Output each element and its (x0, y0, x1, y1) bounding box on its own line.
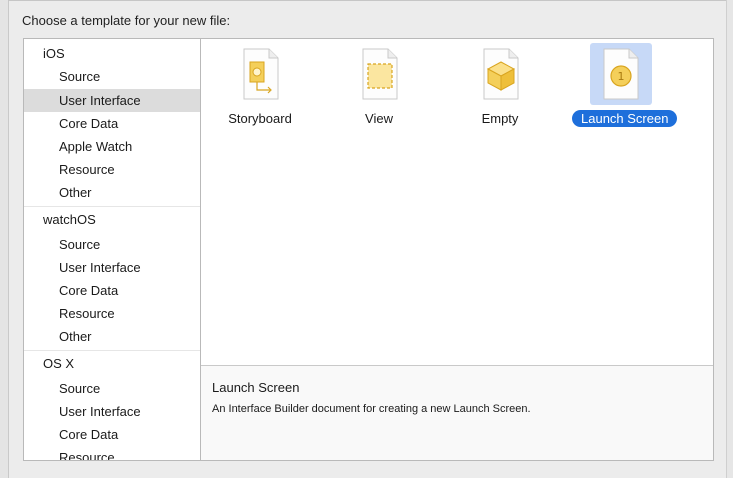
template-icon-frame-selected: 1 (590, 43, 652, 105)
template-icon-frame (470, 43, 532, 105)
sidebar-item-osx-source[interactable]: Source (24, 377, 201, 400)
sidebar-item-ios-source[interactable]: Source (24, 65, 201, 88)
sidebar-item-ios[interactable]: iOS (24, 42, 201, 65)
template-icon-frame (230, 43, 292, 105)
sidebar-item-osx-resource[interactable]: Resource (24, 446, 201, 460)
sidebar-item-ios-core-data[interactable]: Core Data (24, 112, 201, 135)
dialog-header: Choose a template for your new file: (22, 13, 231, 28)
empty-file-icon (483, 48, 519, 100)
view-file-icon (362, 48, 398, 100)
sidebar-item-watchos-other[interactable]: Other (24, 325, 201, 348)
window-left-edge (0, 0, 9, 478)
sidebar-divider (24, 206, 201, 207)
template-label: Storyboard (228, 111, 292, 126)
template-storyboard[interactable]: Storyboard (212, 43, 308, 143)
sidebar-item-osx[interactable]: OS X (24, 352, 201, 375)
window-right-edge (726, 0, 733, 478)
template-view[interactable]: View (331, 43, 427, 143)
launch-screen-file-icon: 1 (603, 48, 639, 100)
sidebar-item-ios-resource[interactable]: Resource (24, 158, 201, 181)
template-icon-frame (349, 43, 411, 105)
template-label: View (365, 111, 393, 126)
sidebar-item-ios-other[interactable]: Other (24, 181, 201, 204)
sidebar-item-watchos-core-data[interactable]: Core Data (24, 279, 201, 302)
sidebar-item-osx-core-data[interactable]: Core Data (24, 423, 201, 446)
template-label-selected: Launch Screen (572, 110, 678, 127)
sidebar-item-watchos[interactable]: watchOS (24, 208, 201, 231)
description-title: Launch Screen (212, 380, 300, 395)
sidebar-item-watchos-user-interface[interactable]: User Interface (24, 256, 201, 279)
template-panel: Storyboard View Empty 1 Launch Screen La… (200, 38, 714, 461)
sidebar-divider (24, 350, 201, 351)
template-launch-screen[interactable]: 1 Launch Screen (572, 43, 678, 143)
template-category-list[interactable]: iOS Source User Interface Core Data Appl… (23, 38, 202, 461)
sidebar-item-ios-apple-watch[interactable]: Apple Watch (24, 135, 201, 158)
template-empty[interactable]: Empty (452, 43, 548, 143)
window-top-border (8, 0, 733, 1)
template-grid: Storyboard View Empty 1 Launch Screen (201, 39, 713, 365)
template-description-pane: Launch Screen An Interface Builder docum… (201, 365, 713, 460)
sidebar-item-watchos-resource[interactable]: Resource (24, 302, 201, 325)
sidebar-item-watchos-source[interactable]: Source (24, 233, 201, 256)
storyboard-file-icon (243, 48, 279, 100)
template-label: Empty (481, 111, 519, 126)
svg-text:1: 1 (618, 70, 625, 83)
description-text: An Interface Builder document for creati… (212, 403, 531, 415)
sidebar-item-osx-user-interface[interactable]: User Interface (24, 400, 201, 423)
sidebar-item-ios-user-interface[interactable]: User Interface (24, 89, 201, 112)
